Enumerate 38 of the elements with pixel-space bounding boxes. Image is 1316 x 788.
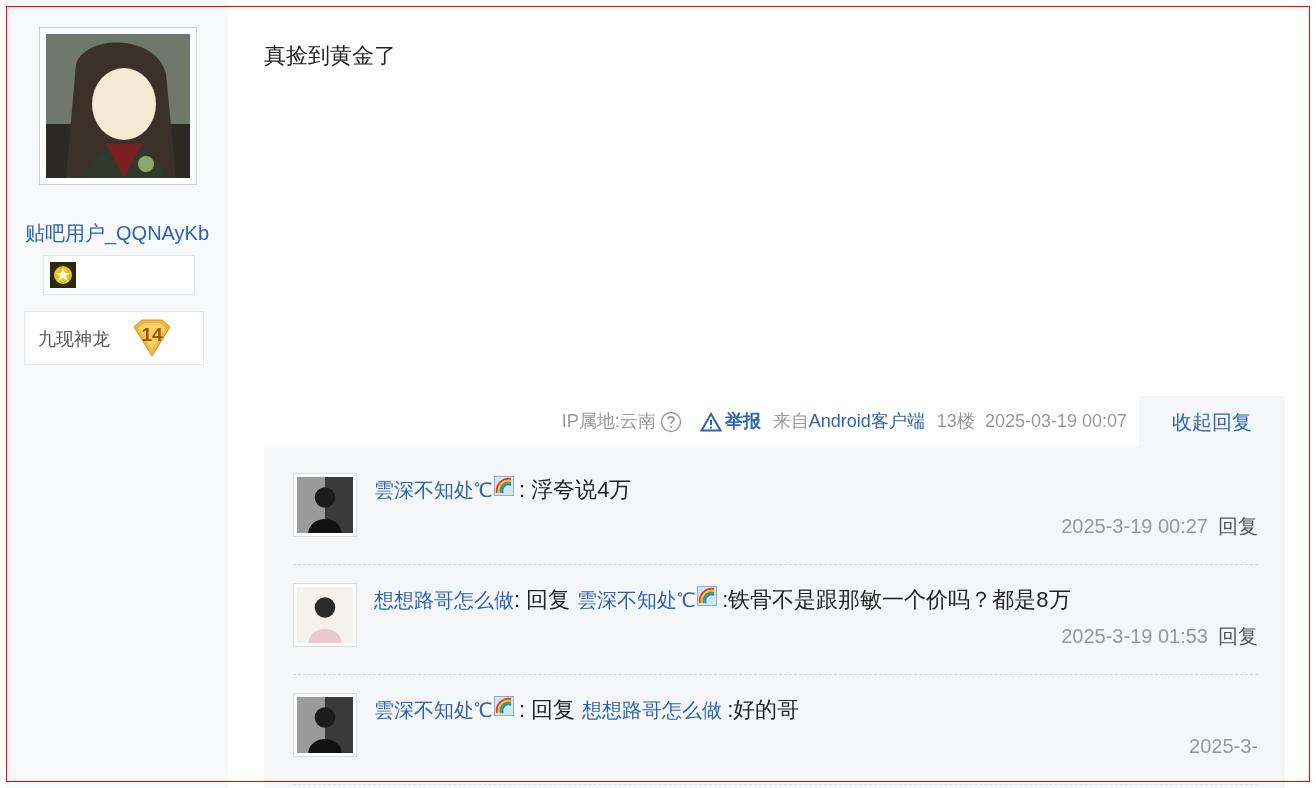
reply-username[interactable]: 雲深不知处℃ <box>577 584 696 616</box>
reply-time: 2025-3- <box>1189 734 1258 759</box>
reply-username[interactable]: 想想路哥怎么做 <box>374 584 514 616</box>
reply-avatar[interactable] <box>293 473 357 537</box>
level-badge: 14 <box>132 319 172 357</box>
star-medal-icon[interactable] <box>49 262 76 288</box>
rainbow-icon <box>494 476 514 496</box>
source-prefix: 来自 <box>772 410 809 433</box>
rank-title: 九现神龙 <box>38 326 110 351</box>
ip-location: IP属地:云南 <box>561 410 656 433</box>
reply-username[interactable]: 雲深不知处℃ <box>374 694 492 726</box>
person-silhouette-icon <box>297 697 353 753</box>
reply-text: : 回复 <box>514 586 571 614</box>
reply-text: :铁骨不是跟那敏一个价吗？都是8万 <box>722 586 1071 614</box>
reply-text: :好的哥 <box>727 696 800 724</box>
rainbow-icon <box>697 586 718 606</box>
report-button[interactable]: 举报 <box>699 408 761 435</box>
reply-time: 2025-3-19 01:53 <box>1061 624 1208 649</box>
rainbow-icon <box>494 696 514 716</box>
collapse-replies-tab[interactable]: 收起回复 <box>1139 396 1285 447</box>
reply-text: : 回复 <box>519 696 576 724</box>
reply-button[interactable]: 回复 <box>1218 512 1258 540</box>
floor-number: 13楼 <box>936 410 975 433</box>
help-icon[interactable] <box>659 410 682 433</box>
reply-time: 2025-3-19 00:27 <box>1061 514 1208 539</box>
avatar-frame[interactable] <box>38 27 197 185</box>
post-text: 真捡到黄金了 <box>264 42 397 70</box>
reply-username[interactable]: 想想路哥怎么做 <box>582 694 723 726</box>
reply-username[interactable]: 雲深不知处℃ <box>374 474 492 506</box>
warning-icon <box>699 411 722 432</box>
reply-button[interactable]: 回复 <box>1218 622 1258 650</box>
source-link[interactable]: Android客户端 <box>808 408 925 435</box>
author-name[interactable]: 贴吧用户_QQNAyKb <box>24 221 210 245</box>
reply-text: : 浮夸说4万 <box>519 476 632 504</box>
reply-avatar[interactable] <box>293 693 357 757</box>
reply-avatar[interactable] <box>293 583 357 647</box>
person-silhouette-icon <box>297 477 353 533</box>
post-time: 2025-03-19 00:07 <box>984 410 1127 433</box>
